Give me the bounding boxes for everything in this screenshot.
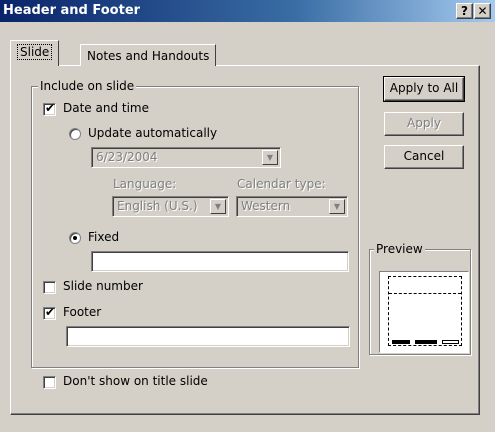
chevron-down-icon[interactable]: ▼ [262,150,278,165]
chevron-down-icon[interactable]: ▼ [210,199,226,214]
cancel-button[interactable]: Cancel [384,145,464,169]
radio-dot-icon [73,236,77,240]
dont-show-title-checkbox[interactable] [43,376,56,389]
tab-slide[interactable]: Slide [10,40,60,66]
fixed-date-input[interactable] [91,251,349,272]
check-icon: ✔ [45,101,56,115]
slide-number-checkbox[interactable] [43,281,56,294]
chevron-down-icon[interactable]: ▼ [329,199,345,214]
fixed-label: Fixed [88,230,120,244]
preview-footer-placeholder [415,340,437,344]
calendar-type-label: Calendar type: [237,177,326,191]
footer-label: Footer [63,305,102,319]
preview-slide-number-placeholder [442,340,459,344]
dialog-title: Header and Footer [3,3,141,18]
footer-text-input[interactable] [66,326,350,347]
apply-to-all-button[interactable]: Apply to All [383,76,465,102]
title-bar: Header and Footer ? ✕ [0,0,495,22]
date-time-label: Date and time [63,101,149,115]
tab-panel-slide: Include on slide ✔ Date and time Update … [10,65,480,415]
tab-notes-handouts[interactable]: Notes and Handouts [80,44,217,66]
footer-checkbox[interactable]: ✔ [43,305,56,320]
check-icon: ✔ [45,305,56,319]
dont-show-title-label: Don't show on title slide [63,374,208,388]
language-label: Language: [113,177,177,191]
include-on-slide-legend: Include on slide [38,79,137,93]
preview-legend: Preview [374,242,425,256]
calendar-type-dropdown[interactable]: Western ▼ [236,196,348,217]
apply-button[interactable]: Apply [384,112,464,136]
preview-date-placeholder [392,340,410,344]
close-button[interactable]: ✕ [474,3,491,19]
preview-slide-outline [388,276,462,346]
slide-number-label: Slide number [63,279,143,293]
tab-slide-label: Slide [17,44,53,60]
help-button[interactable]: ? [456,3,473,19]
language-value: English (U.S.) [117,199,198,213]
preview-title-line [389,293,461,294]
fixed-radio[interactable] [69,232,81,244]
update-automatically-label: Update automatically [88,126,218,140]
date-format-value: 6/23/2004 [96,150,158,164]
update-automatically-radio[interactable] [69,128,81,140]
tab-notes-handouts-label: Notes and Handouts [87,49,210,63]
header-footer-dialog: Header and Footer ? ✕ Slide Notes and Ha… [0,0,495,432]
date-format-dropdown[interactable]: 6/23/2004 ▼ [91,147,281,168]
date-time-checkbox[interactable]: ✔ [43,101,56,116]
preview-thumbnail [379,271,469,353]
calendar-type-value: Western [241,199,291,213]
language-dropdown[interactable]: English (U.S.) ▼ [112,196,229,217]
